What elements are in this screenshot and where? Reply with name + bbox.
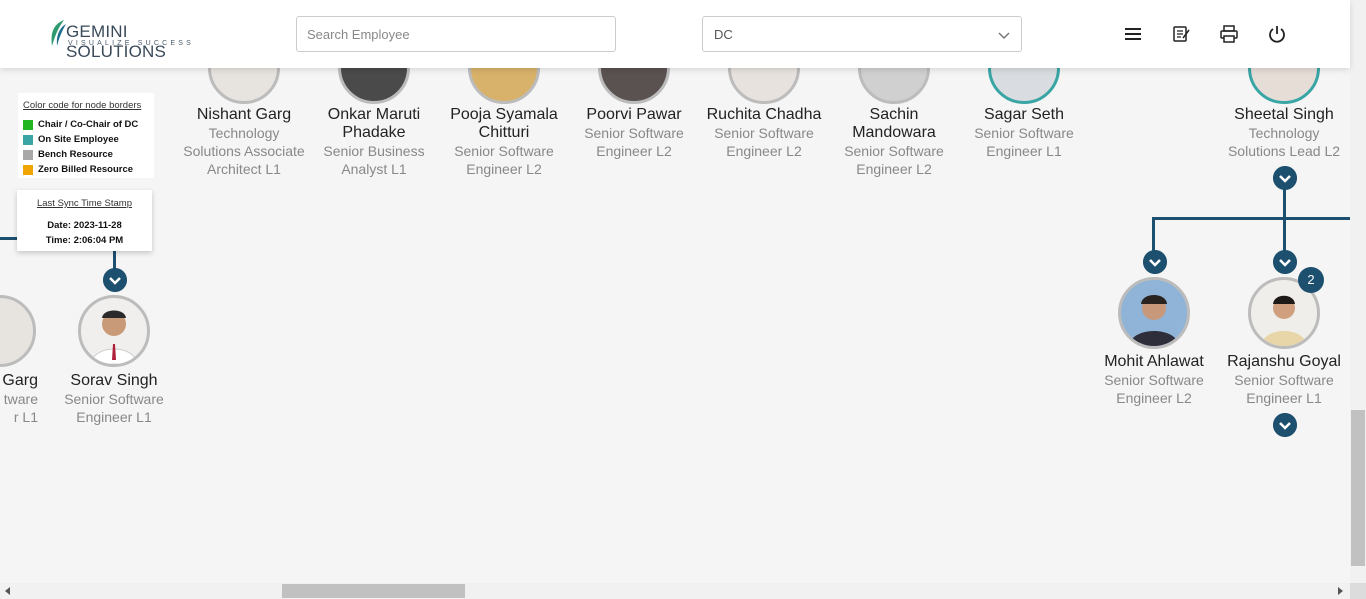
scrollbar-corner (1350, 583, 1366, 599)
employee-role: r L1 (13, 409, 38, 425)
avatar[interactable] (0, 295, 36, 367)
employee-role: Senior Software Engineer L1 (1234, 372, 1334, 406)
dc-dropdown[interactable]: DC (702, 16, 1022, 52)
employee-role: Technology Solutions Lead L2 (1227, 125, 1341, 159)
employee-role: Senior Business Analyst L1 (323, 143, 425, 177)
legend-swatch (23, 149, 33, 160)
legend-label: Zero Billed Resource (38, 164, 134, 175)
employee-node[interactable]: Sagar Seth Senior Software Engineer L1 (959, 106, 1089, 160)
employee-node[interactable]: Ruchita Chadha Senior Software Engineer … (699, 106, 829, 160)
employee-name: Poorvi Pawar (586, 106, 682, 123)
person-photo-icon (1129, 295, 1179, 346)
connector-line (1283, 188, 1286, 254)
employee-node[interactable]: Rajanshu Goyal Senior Software Engineer … (1219, 353, 1349, 407)
sync-date: Date: 2023-11-28 (47, 220, 122, 231)
employee-node[interactable]: Garg tware r L1 (0, 372, 38, 426)
employee-role: Senior Software Engineer L2 (584, 125, 684, 159)
employee-node[interactable]: Onkar Maruti Phadake Senior Business Ana… (309, 106, 439, 178)
sync-title: Last Sync Time Stamp (36, 198, 133, 209)
power-icon[interactable] (1267, 24, 1287, 44)
employee-node[interactable]: Nishant Garg Technology Solutions Associ… (179, 106, 309, 178)
employee-node[interactable]: Sheetal Singh Technology Solutions Lead … (1219, 106, 1349, 160)
menu-icon[interactable] (1123, 24, 1143, 44)
dropdown-value: DC (714, 27, 733, 42)
search-employee-input[interactable] (296, 16, 616, 52)
employee-role: Senior Software Engineer L2 (714, 125, 814, 159)
employee-role: Technology Solutions Associate Architect… (183, 125, 305, 177)
connector-line (0, 237, 17, 240)
employee-role: Senior Software Engineer L1 (64, 391, 164, 425)
horizontal-scroll-thumb[interactable] (282, 584, 465, 598)
employee-name: Sorav Singh (70, 372, 158, 389)
legend-swatch (23, 119, 33, 130)
employee-node[interactable]: Mohit Ahlawat Senior Software Engineer L… (1089, 353, 1219, 407)
employee-role: Senior Software Engineer L2 (454, 143, 554, 177)
scroll-right-arrow-icon[interactable] (1336, 587, 1344, 595)
legend-label: Bench Resource (38, 149, 113, 160)
app-header: GEMINI SOLUTIONS VISUALIZE SUCCESS DC (0, 0, 1350, 68)
vertical-scroll-thumb[interactable] (1351, 410, 1365, 566)
employee-name: Onkar Maruti Phadake (327, 106, 421, 141)
employee-name: Sagar Seth (983, 106, 1065, 123)
employee-name: Rajanshu Goyal (1227, 353, 1341, 370)
employee-name: Nishant Garg (196, 106, 292, 123)
legend-label: On Site Employee (38, 134, 119, 145)
reports-count-badge: 2 (1298, 267, 1324, 293)
expand-chevron-icon[interactable] (1273, 166, 1297, 190)
printer-icon[interactable] (1219, 24, 1239, 44)
person-photo-icon (90, 310, 138, 364)
connector-line (1152, 217, 1350, 220)
vertical-scrollbar[interactable] (1350, 0, 1366, 583)
avatar[interactable] (78, 295, 150, 367)
legend-item: On Site Employee (23, 132, 154, 147)
legend-swatch (23, 134, 33, 145)
legend-label: Chair / Co-Chair of DC (38, 119, 139, 130)
sync-time: Time: 2:06:04 PM (45, 235, 124, 246)
employee-name: Garg (2, 372, 38, 389)
avatar[interactable] (1118, 277, 1190, 349)
expand-chevron-icon[interactable] (1273, 250, 1297, 274)
employee-node[interactable]: Pooja Syamala Chitturi Senior Software E… (439, 106, 569, 178)
expand-chevron-icon[interactable] (103, 268, 127, 292)
logo-tagline: VISUALIZE SUCCESS (68, 40, 194, 47)
legend-title: Color code for node borders (23, 100, 142, 111)
legend-item: Chair / Co-Chair of DC (23, 117, 154, 132)
last-sync-panel: Last Sync Time Stamp Date: 2023-11-28 Ti… (17, 190, 152, 251)
gemini-logo[interactable]: GEMINI SOLUTIONS VISUALIZE SUCCESS (46, 16, 216, 61)
leaf-logo-icon (51, 20, 66, 46)
employee-role: Senior Software Engineer L2 (1104, 372, 1204, 406)
employee-node[interactable]: Poorvi Pawar Senior Software Engineer L2 (569, 106, 699, 160)
scroll-left-arrow-icon[interactable] (4, 587, 12, 595)
employee-name: Ruchita Chadha (706, 106, 822, 123)
expand-chevron-icon[interactable] (1143, 250, 1167, 274)
employee-name: Pooja Syamala Chitturi (450, 106, 558, 141)
legend-item: Zero Billed Resource (23, 162, 154, 177)
legend-item: Bench Resource (23, 147, 154, 162)
employee-node[interactable]: Sorav Singh Senior Software Engineer L1 (49, 372, 179, 426)
employee-name: Sheetal Singh (1234, 106, 1334, 123)
horizontal-scrollbar[interactable] (0, 583, 1350, 599)
employee-name: Sachin Mandowara (852, 106, 936, 141)
legend-swatch (23, 164, 33, 175)
notes-icon[interactable] (1171, 24, 1191, 44)
employee-role: tware (3, 391, 38, 407)
chevron-down-icon (998, 32, 1010, 40)
employee-node[interactable]: Sachin Mandowara Senior Software Enginee… (829, 106, 959, 178)
expand-chevron-icon[interactable] (1273, 413, 1297, 437)
employee-role: Senior Software Engineer L1 (974, 125, 1074, 159)
border-color-legend: Color code for node borders Chair / Co-C… (18, 93, 154, 178)
employee-name: Mohit Ahlawat (1104, 353, 1204, 370)
employee-role: Senior Software Engineer L2 (844, 143, 944, 177)
